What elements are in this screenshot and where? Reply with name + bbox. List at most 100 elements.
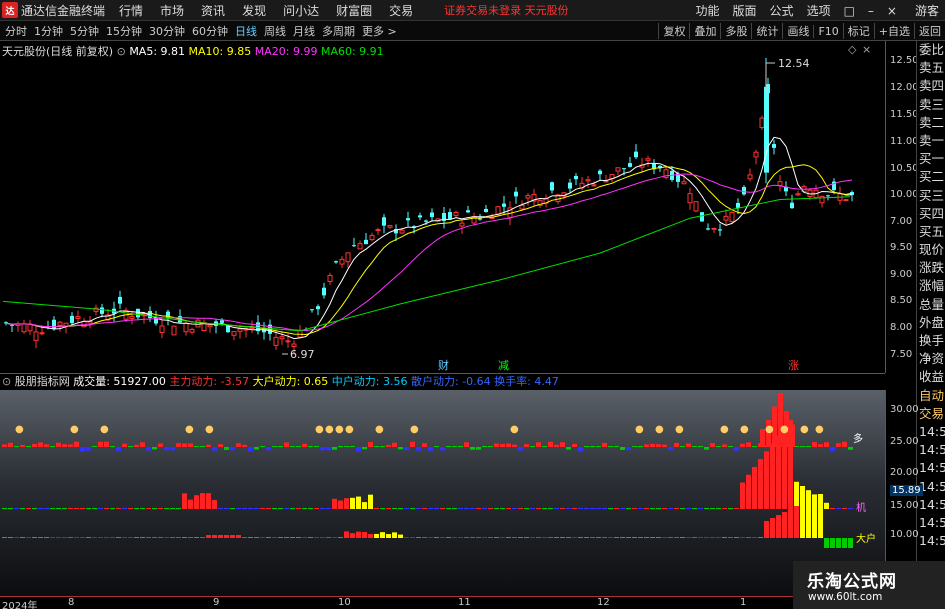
menu-quotes[interactable]: 行情: [119, 2, 143, 19]
candle-body: [843, 199, 849, 202]
period-60min[interactable]: 60分钟: [190, 23, 230, 39]
money-bag-icon: ●: [70, 424, 79, 435]
candle-body: [591, 184, 597, 187]
side-panel-item[interactable]: 买二: [917, 168, 945, 186]
period-weekly[interactable]: 周线: [262, 23, 288, 39]
tool-multi-stock[interactable]: 多股: [720, 23, 751, 39]
side-panel-item[interactable]: 卖五: [917, 59, 945, 77]
indicator-bar: [824, 442, 829, 447]
side-panel-item[interactable]: 14:56: [917, 532, 945, 550]
menu-trade[interactable]: 交易: [389, 2, 413, 19]
menu-discover[interactable]: 发现: [242, 2, 266, 19]
indicator-name[interactable]: 股朋指标网: [15, 375, 70, 388]
side-panel-item[interactable]: 总量: [917, 296, 945, 314]
minimize-icon[interactable]: –: [868, 4, 874, 18]
maximize-icon[interactable]: □: [844, 4, 855, 18]
indicator-bar: [512, 508, 517, 509]
period-daily[interactable]: 日线: [233, 23, 259, 39]
period-monthly[interactable]: 月线: [291, 23, 317, 39]
indicator-bar: [686, 537, 691, 538]
indicator-bar: [386, 508, 391, 509]
side-panel-item[interactable]: 委比: [917, 41, 945, 59]
indicator-bar: [308, 537, 313, 538]
side-panel-item[interactable]: 涨跌: [917, 259, 945, 277]
side-panel-item[interactable]: 外盘: [917, 314, 945, 332]
side-panel-item[interactable]: 卖四: [917, 77, 945, 95]
period-1min[interactable]: 1分钟: [32, 23, 65, 39]
side-panel-item[interactable]: 14:56: [917, 514, 945, 532]
side-panel-item[interactable]: 买三: [917, 187, 945, 205]
stock-title[interactable]: 天元股份(日线 前复权): [2, 45, 113, 58]
side-panel-item[interactable]: 买五: [917, 223, 945, 241]
menu-layout[interactable]: 版面: [733, 2, 757, 19]
side-panel-item[interactable]: 14:56: [917, 423, 945, 441]
date-tick: 9: [213, 597, 220, 608]
side-panel-item[interactable]: 自动: [917, 387, 945, 405]
side-panel-item[interactable]: 14:56: [917, 441, 945, 459]
tool-adjust[interactable]: 复权: [658, 23, 689, 39]
side-panel-item[interactable]: 现价: [917, 241, 945, 259]
indicator-bar: [392, 442, 397, 447]
tool-stats[interactable]: 统计: [751, 23, 782, 39]
period-intraday[interactable]: 分时: [3, 23, 29, 39]
mid-holder-value: 中户动力: 3.56: [331, 375, 408, 388]
indicator-bar: [194, 537, 199, 538]
date-tick: 10: [338, 597, 351, 608]
tool-draw[interactable]: 画线: [782, 23, 813, 39]
menu-ask[interactable]: 问小达: [283, 2, 319, 19]
side-panel-item[interactable]: 14:56: [917, 459, 945, 477]
side-panel-item[interactable]: 收益: [917, 368, 945, 386]
candlestick-chart[interactable]: 12.54 6.97 财 减 涨 ◇ ×: [0, 41, 885, 373]
indicator-chart[interactable]: ● ● ● ● ● ● ● ● ● ● ● ● ● ● ● ● ● ● ● ● ● 多 机 大户: [0, 390, 885, 596]
indicator-bar: [380, 446, 385, 447]
legend-toggle-icon[interactable]: ⊙: [117, 45, 130, 58]
period-15min[interactable]: 15分钟: [104, 23, 144, 39]
event-rise: 涨: [788, 359, 799, 372]
tool-f10[interactable]: F10: [813, 24, 842, 38]
side-panel-item[interactable]: 卖二: [917, 114, 945, 132]
period-more[interactable]: 更多 >: [360, 23, 399, 39]
tool-overlay[interactable]: 叠加: [689, 23, 720, 39]
trade-login-notice[interactable]: 证券交易未登录 天元股份: [444, 2, 569, 18]
candle-body: [369, 234, 375, 241]
indicator-bar: [68, 508, 73, 509]
indicator-bar: [662, 444, 667, 447]
period-toolbar: 分时 1分钟 5分钟 15分钟 30分钟 60分钟 日线 周线 月线 多周期 更…: [0, 21, 945, 41]
guest-user[interactable]: 游客: [915, 2, 939, 19]
indicator-bar: [200, 493, 205, 509]
tool-add-watchlist[interactable]: +自选: [873, 23, 914, 39]
indicator-bar: [662, 537, 667, 538]
side-panel-item[interactable]: 换手: [917, 332, 945, 350]
menu-formula[interactable]: 公式: [770, 2, 794, 19]
period-multi[interactable]: 多周期: [320, 23, 357, 39]
indicator-bar: [668, 537, 673, 538]
menu-wealth[interactable]: 财富圈: [336, 2, 372, 19]
tool-mark[interactable]: 标记: [842, 23, 874, 39]
side-panel-item[interactable]: 净资: [917, 350, 945, 368]
money-bag-icon: ●: [720, 424, 729, 435]
side-panel-item[interactable]: 买四: [917, 205, 945, 223]
indicator-toggle-icon[interactable]: ⊙: [2, 375, 15, 388]
menu-options[interactable]: 选项: [807, 2, 831, 19]
indicator-bar: [512, 444, 517, 447]
tool-back[interactable]: 返回: [914, 23, 945, 39]
side-panel-item[interactable]: 14:56: [917, 496, 945, 514]
period-30min[interactable]: 30分钟: [147, 23, 187, 39]
side-panel-item[interactable]: 卖一: [917, 132, 945, 150]
indicator-bar: [260, 446, 265, 447]
period-5min[interactable]: 5分钟: [68, 23, 101, 39]
menu-news[interactable]: 资讯: [201, 2, 225, 19]
menu-market[interactable]: 市场: [160, 2, 184, 19]
indicator-bar: [602, 508, 607, 509]
indicator-bar: [14, 508, 19, 509]
close-icon[interactable]: ×: [887, 4, 897, 18]
side-panel-item[interactable]: 交易: [917, 405, 945, 423]
side-panel-item[interactable]: 买一: [917, 150, 945, 168]
candle-body: [747, 174, 753, 180]
indicator-bar: [632, 446, 637, 447]
side-panel-item[interactable]: 卖三: [917, 96, 945, 114]
side-panel-item[interactable]: 涨幅: [917, 277, 945, 295]
candle-body: [81, 321, 87, 328]
menu-functions[interactable]: 功能: [696, 2, 720, 19]
indicator-bar: [170, 447, 175, 451]
